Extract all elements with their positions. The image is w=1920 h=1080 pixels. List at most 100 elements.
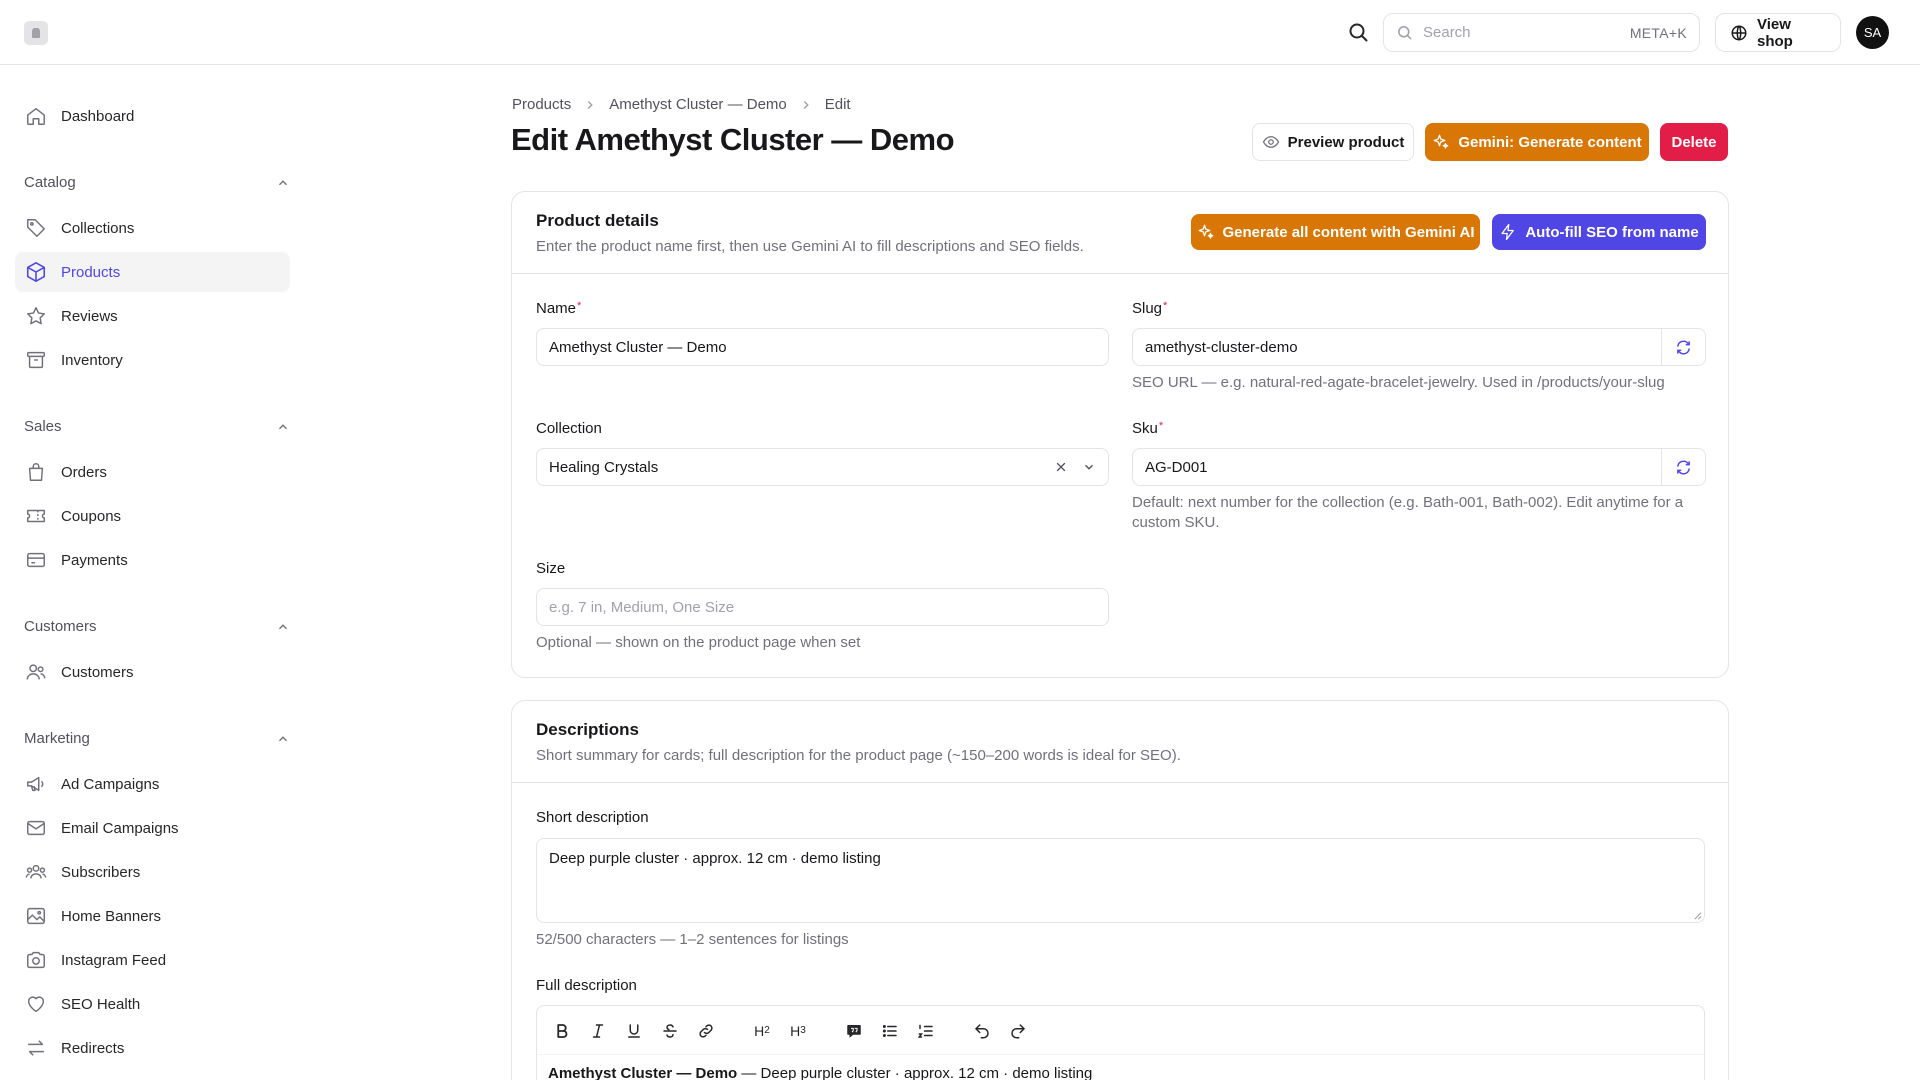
sidebar-group-customers[interactable]: Customers — [24, 618, 287, 635]
resize-handle-icon[interactable] — [1693, 911, 1702, 920]
sidebar-item-label: Ad Campaigns — [61, 775, 160, 793]
card-header — [512, 701, 1728, 783]
sku-help-text-line2: custom SKU. — [1132, 514, 1220, 531]
collection-select[interactable]: Healing Crystals — [536, 448, 1109, 486]
generate-all-content-label: Generate all content with Gemini AI — [1222, 223, 1475, 241]
sidebar-item-label: Home Banners — [61, 907, 162, 925]
sku-input[interactable]: AG-D001 — [1132, 448, 1662, 486]
name-label: Name* — [536, 300, 581, 317]
sidebar-group-catalog[interactable]: Catalog — [24, 174, 287, 191]
delete-button[interactable]: Delete — [1660, 123, 1728, 161]
global-search-input[interactable]: Search META+K — [1383, 13, 1700, 52]
link-icon[interactable] — [695, 1020, 717, 1042]
short-description-textarea[interactable]: Deep purple cluster · approx. 12 cm · de… — [536, 838, 1705, 923]
product-details-card: Product details Enter the product name f… — [511, 191, 1729, 678]
sidebar-item-ad-campaigns[interactable]: Ad Campaigns — [15, 764, 290, 804]
full-description-label: Full description — [536, 977, 637, 994]
search-placeholder: Search — [1423, 24, 1471, 41]
sidebar-item-instagram-feed[interactable]: Instagram Feed — [15, 940, 290, 980]
sidebar-item-label: Redirects — [61, 1039, 125, 1057]
regenerate-sku-button[interactable] — [1662, 448, 1706, 486]
sidebar-group-marketing[interactable]: Marketing — [24, 730, 287, 747]
size-help-text: Optional — shown on the product page whe… — [536, 634, 861, 651]
card-subtitle: Short summary for cards; full descriptio… — [536, 747, 1181, 764]
gemini-generate-button[interactable]: Gemini: Generate content — [1425, 123, 1649, 161]
auto-fill-seo-button[interactable]: Auto-fill SEO from name — [1492, 214, 1706, 250]
bold-icon[interactable] — [551, 1020, 573, 1042]
breadcrumb-item[interactable]: Amethyst Cluster — Demo — [609, 96, 787, 113]
clear-x-icon[interactable] — [1054, 460, 1068, 474]
camera-icon — [25, 949, 47, 971]
heart-icon — [25, 993, 47, 1015]
regenerate-slug-button[interactable] — [1662, 328, 1706, 366]
user-avatar[interactable]: SA — [1856, 16, 1889, 49]
envelope-icon — [25, 817, 47, 839]
user-group-icon — [25, 861, 47, 883]
sidebar-item-label: Inventory — [61, 351, 123, 369]
group-label: Sales — [24, 418, 62, 435]
short-description-label: Short description — [536, 809, 649, 826]
sidebar-item-subscribers[interactable]: Subscribers — [15, 852, 290, 892]
rich-text-toolbar: H2 H3 — [536, 1005, 1705, 1055]
heading-2-icon[interactable]: H2 — [751, 1020, 773, 1042]
sidebar-item-inventory[interactable]: Inventory — [15, 340, 290, 380]
slug-label: Slug* — [1132, 300, 1167, 317]
app-logo[interactable] — [24, 21, 48, 45]
globe-icon — [1730, 24, 1748, 42]
chevron-up-icon — [276, 732, 290, 746]
sidebar-item-coupons[interactable]: Coupons — [15, 496, 290, 536]
numbered-list-icon[interactable] — [915, 1020, 937, 1042]
sidebar-item-label: Payments — [61, 551, 128, 569]
sidebar-item-customers[interactable]: Customers — [15, 652, 290, 692]
sidebar-item-products[interactable]: Products — [15, 252, 290, 292]
blockquote-icon[interactable] — [843, 1020, 865, 1042]
strikethrough-icon[interactable] — [659, 1020, 681, 1042]
italic-icon[interactable] — [587, 1020, 609, 1042]
chevron-up-icon — [276, 620, 290, 634]
arrows-right-left-icon — [25, 1037, 47, 1059]
sidebar-item-payments[interactable]: Payments — [15, 540, 290, 580]
sku-help-text-line1: Default: next number for the collection … — [1132, 494, 1684, 511]
sidebar-item-dashboard[interactable]: Dashboard — [15, 96, 290, 136]
size-input[interactable]: e.g. 7 in, Medium, One Size — [536, 588, 1109, 626]
view-shop-button[interactable]: View shop — [1715, 13, 1841, 52]
sidebar-item-orders[interactable]: Orders — [15, 452, 290, 492]
sidebar-item-email-campaigns[interactable]: Email Campaigns — [15, 808, 290, 848]
search-icon[interactable] — [1346, 20, 1370, 44]
sidebar-item-label: Reviews — [61, 307, 118, 325]
sidebar-item-label: Coupons — [61, 507, 122, 525]
page-title: Edit Amethyst Cluster — Demo — [511, 122, 955, 157]
required-asterisk: * — [577, 300, 582, 312]
sidebar-group-sales[interactable]: Sales — [24, 418, 287, 435]
bullet-list-icon[interactable] — [879, 1020, 901, 1042]
sidebar-item-redirects[interactable]: Redirects — [15, 1028, 290, 1068]
arrow-path-icon — [1675, 459, 1692, 476]
generate-all-content-button[interactable]: Generate all content with Gemini AI — [1191, 214, 1480, 250]
sidebar-item-reviews[interactable]: Reviews — [15, 296, 290, 336]
preview-product-button[interactable]: Preview product — [1252, 123, 1414, 161]
heading-3-icon[interactable]: H3 — [787, 1020, 809, 1042]
chevron-down-icon[interactable] — [1082, 460, 1096, 474]
view-shop-label: View shop — [1757, 15, 1793, 50]
underline-icon[interactable] — [623, 1020, 645, 1042]
gemini-generate-label: Gemini: Generate content — [1458, 133, 1642, 151]
sparkles-icon — [1432, 133, 1450, 151]
sidebar-item-collections[interactable]: Collections — [15, 208, 290, 248]
sidebar-item-home-banners[interactable]: Home Banners — [15, 896, 290, 936]
chevron-right-icon — [583, 98, 597, 112]
group-label: Catalog — [24, 174, 76, 191]
megaphone-icon — [25, 773, 47, 795]
chevron-up-icon — [276, 420, 290, 434]
top-bar: Search META+K View shop SA — [0, 0, 1920, 65]
label-text: Slug — [1132, 300, 1163, 317]
required-asterisk: * — [1163, 300, 1168, 312]
sidebar-item-seo-health[interactable]: SEO Health — [15, 984, 290, 1024]
shopping-bag-icon — [25, 461, 47, 483]
breadcrumb-item[interactable]: Products — [512, 96, 571, 113]
name-input[interactable]: Amethyst Cluster — Demo — [536, 328, 1109, 366]
sidebar-item-label: Instagram Feed — [61, 951, 167, 969]
redo-icon[interactable] — [1007, 1020, 1029, 1042]
ticket-icon — [25, 505, 47, 527]
undo-icon[interactable] — [971, 1020, 993, 1042]
slug-input[interactable]: amethyst-cluster-demo — [1132, 328, 1662, 366]
